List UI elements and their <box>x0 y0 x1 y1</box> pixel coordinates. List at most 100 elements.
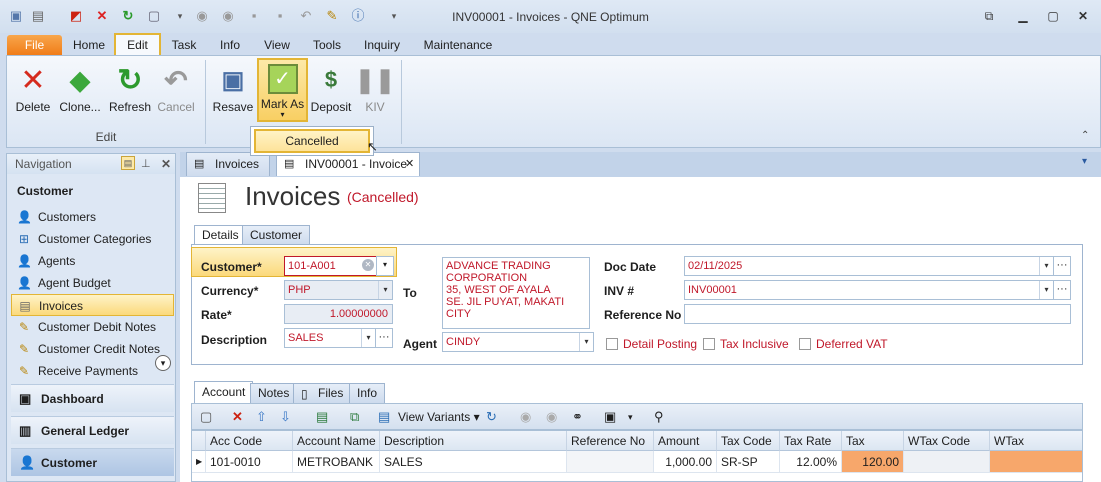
clear-icon[interactable]: ✕ <box>362 259 374 271</box>
description-select[interactable]: SALES ▾ <box>284 328 376 348</box>
collapse-ribbon-icon[interactable]: ⌃ <box>1081 130 1089 141</box>
doc-date-more-button[interactable]: ··· <box>1053 256 1071 276</box>
cell-tax-code[interactable]: SR-SP <box>717 451 780 473</box>
insert-row-icon[interactable]: ⧉ <box>350 409 359 425</box>
description-more-button[interactable]: ··· <box>375 328 393 348</box>
cell-wtax-code[interactable] <box>904 451 990 473</box>
tab-account[interactable]: Account <box>194 381 254 403</box>
tab-home[interactable]: Home <box>70 35 108 55</box>
tab-inquiry[interactable]: Inquiry <box>358 35 406 55</box>
restore-layout-icon[interactable]: ⧉ <box>981 9 997 23</box>
search-icon[interactable]: ⚲ <box>654 409 664 425</box>
nav-item-customers[interactable]: 👤 Customers <box>11 206 174 228</box>
nav-item-receive-payments[interactable]: ✎ Receive Payments <box>11 360 174 376</box>
tax-inclusive-checkbox[interactable]: Tax Inclusive <box>703 337 789 351</box>
kiv-button[interactable]: ❚❚ KIV <box>349 64 401 115</box>
cell-description[interactable]: SALES <box>380 451 567 473</box>
mark-as-button[interactable]: ✓ Mark As ▾ <box>257 58 308 122</box>
subtab-customer[interactable]: Customer <box>242 225 311 245</box>
tab-files[interactable]: ▯ Files <box>293 383 352 403</box>
cell-acc-code[interactable]: 101-0010 <box>206 451 293 473</box>
subtab-details[interactable]: Details <box>194 225 247 245</box>
customer-dropdown-button[interactable]: ▾ <box>376 256 394 276</box>
cell-reference-no[interactable] <box>567 451 654 473</box>
tab-info-bottom[interactable]: Info <box>349 383 386 403</box>
scroll-down-icon[interactable]: ▾ <box>155 355 171 371</box>
cell-account-name[interactable]: METROBANK <box>293 451 380 473</box>
menu-item-cancelled[interactable]: Cancelled <box>254 129 370 153</box>
nav-item-invoices[interactable]: ▤ Invoices <box>11 294 174 316</box>
tab-info[interactable]: Info <box>212 35 248 55</box>
new-row-icon[interactable]: ▢ <box>200 409 212 425</box>
next-icon[interactable]: ◉ <box>546 409 557 425</box>
inv-number-input[interactable]: INV00001 ▾ <box>684 280 1054 300</box>
clone-icon: ◆ <box>70 64 90 95</box>
reload-icon[interactable]: ↻ <box>486 409 497 425</box>
nav-group-customer[interactable]: 👤 Customer <box>11 448 174 476</box>
close-window-icon[interactable]: ✕ <box>1075 9 1091 23</box>
refresh-button[interactable]: ↻ Refresh <box>104 64 156 115</box>
close-nav-icon[interactable]: ✕ <box>161 154 171 174</box>
address-textarea[interactable]: ADVANCE TRADING CORPORATION 35, WEST OF … <box>442 257 590 329</box>
invoice-icon: ▤ <box>19 299 31 313</box>
move-down-icon[interactable]: ⇩ <box>280 409 291 425</box>
deferred-vat-checkbox[interactable]: Deferred VAT <box>799 337 888 351</box>
export-grid-icon[interactable]: ▤ <box>316 409 328 425</box>
doc-date-input[interactable]: 02/11/2025 ▾ <box>684 256 1054 276</box>
cell-tax-rate[interactable]: 12.00% <box>780 451 842 473</box>
resave-button[interactable]: ▣ Resave <box>207 64 259 115</box>
cell-amount[interactable]: 1,000.00 <box>654 451 717 473</box>
tab-list-chevron-icon[interactable]: ▾ <box>1082 156 1087 167</box>
nav-item-agent-budget[interactable]: 👤 Agent Budget <box>11 272 174 294</box>
nav-layout-icon[interactable]: ▤ <box>121 156 135 170</box>
delete-row-icon[interactable]: ✕ <box>232 409 243 425</box>
cell-tax[interactable]: 120.00 <box>842 451 904 473</box>
cell-wtax[interactable] <box>990 451 1082 473</box>
detail-posting-checkbox[interactable]: Detail Posting <box>606 337 697 351</box>
tab-file[interactable]: File <box>7 35 62 55</box>
nav-group-general-ledger[interactable]: ▥ General Ledger <box>11 416 174 444</box>
rate-input[interactable]: 1.00000000 <box>284 304 393 324</box>
customer-input[interactable]: 101-A001 ✕ <box>284 256 378 276</box>
nav-group-dashboard[interactable]: ▣ Dashboard <box>11 384 174 412</box>
clone-button[interactable]: ◆ Clone... <box>53 64 107 115</box>
col-tax-rate[interactable]: Tax Rate <box>780 431 842 451</box>
col-account-name[interactable]: Account Name <box>293 431 380 451</box>
nav-item-agents[interactable]: 👤 Agents <box>11 250 174 272</box>
nav-item-customer-credit-notes[interactable]: ✎ Customer Credit Notes <box>11 338 174 360</box>
tab-notes[interactable]: Notes <box>250 383 298 403</box>
col-wtax[interactable]: WTax <box>990 431 1082 451</box>
tab-maintenance[interactable]: Maintenance <box>418 35 498 55</box>
nav-item-customer-categories[interactable]: ⊞ Customer Categories <box>11 228 174 250</box>
tab-task[interactable]: Task <box>166 35 202 55</box>
prev-icon[interactable]: ◉ <box>520 409 531 425</box>
col-amount[interactable]: Amount <box>654 431 717 451</box>
pin-icon[interactable]: ⊥ <box>141 154 151 174</box>
nav-item-customer-debit-notes[interactable]: ✎ Customer Debit Notes <box>11 316 174 338</box>
binoculars-icon[interactable]: ⚭ <box>572 409 583 425</box>
col-acc-code[interactable]: Acc Code <box>206 431 293 451</box>
tab-tools[interactable]: Tools <box>306 35 348 55</box>
col-description[interactable]: Description <box>380 431 567 451</box>
chevron-down-icon[interactable]: ▾ <box>628 409 633 425</box>
inv-number-more-button[interactable]: ··· <box>1053 280 1071 300</box>
col-tax-code[interactable]: Tax Code <box>717 431 780 451</box>
agent-select[interactable]: CINDY ▾ <box>442 332 594 352</box>
reference-no-label: Reference No <box>604 308 682 322</box>
tab-edit[interactable]: Edit <box>114 33 161 57</box>
minimize-icon[interactable]: ▁ <box>1015 9 1031 23</box>
maximize-icon[interactable]: ▢ <box>1045 9 1061 23</box>
close-tab-icon[interactable]: ✕ <box>405 153 414 175</box>
col-tax[interactable]: Tax <box>842 431 904 451</box>
currency-select[interactable]: PHP ▾ <box>284 280 393 300</box>
reference-no-input[interactable] <box>684 304 1071 324</box>
move-up-icon[interactable]: ⇧ <box>256 409 267 425</box>
view-variants-button[interactable]: View Variants ▾ <box>398 409 480 425</box>
view-variants-icon[interactable]: ▤ <box>378 409 390 425</box>
col-reference-no[interactable]: Reference No <box>567 431 654 451</box>
print-icon[interactable]: ▣ <box>604 409 616 425</box>
delete-button[interactable]: ✕ Delete <box>7 64 59 115</box>
col-wtax-code[interactable]: WTax Code <box>904 431 990 451</box>
cancel-button[interactable]: ↶ Cancel <box>150 64 202 115</box>
tab-view[interactable]: View <box>258 35 296 55</box>
